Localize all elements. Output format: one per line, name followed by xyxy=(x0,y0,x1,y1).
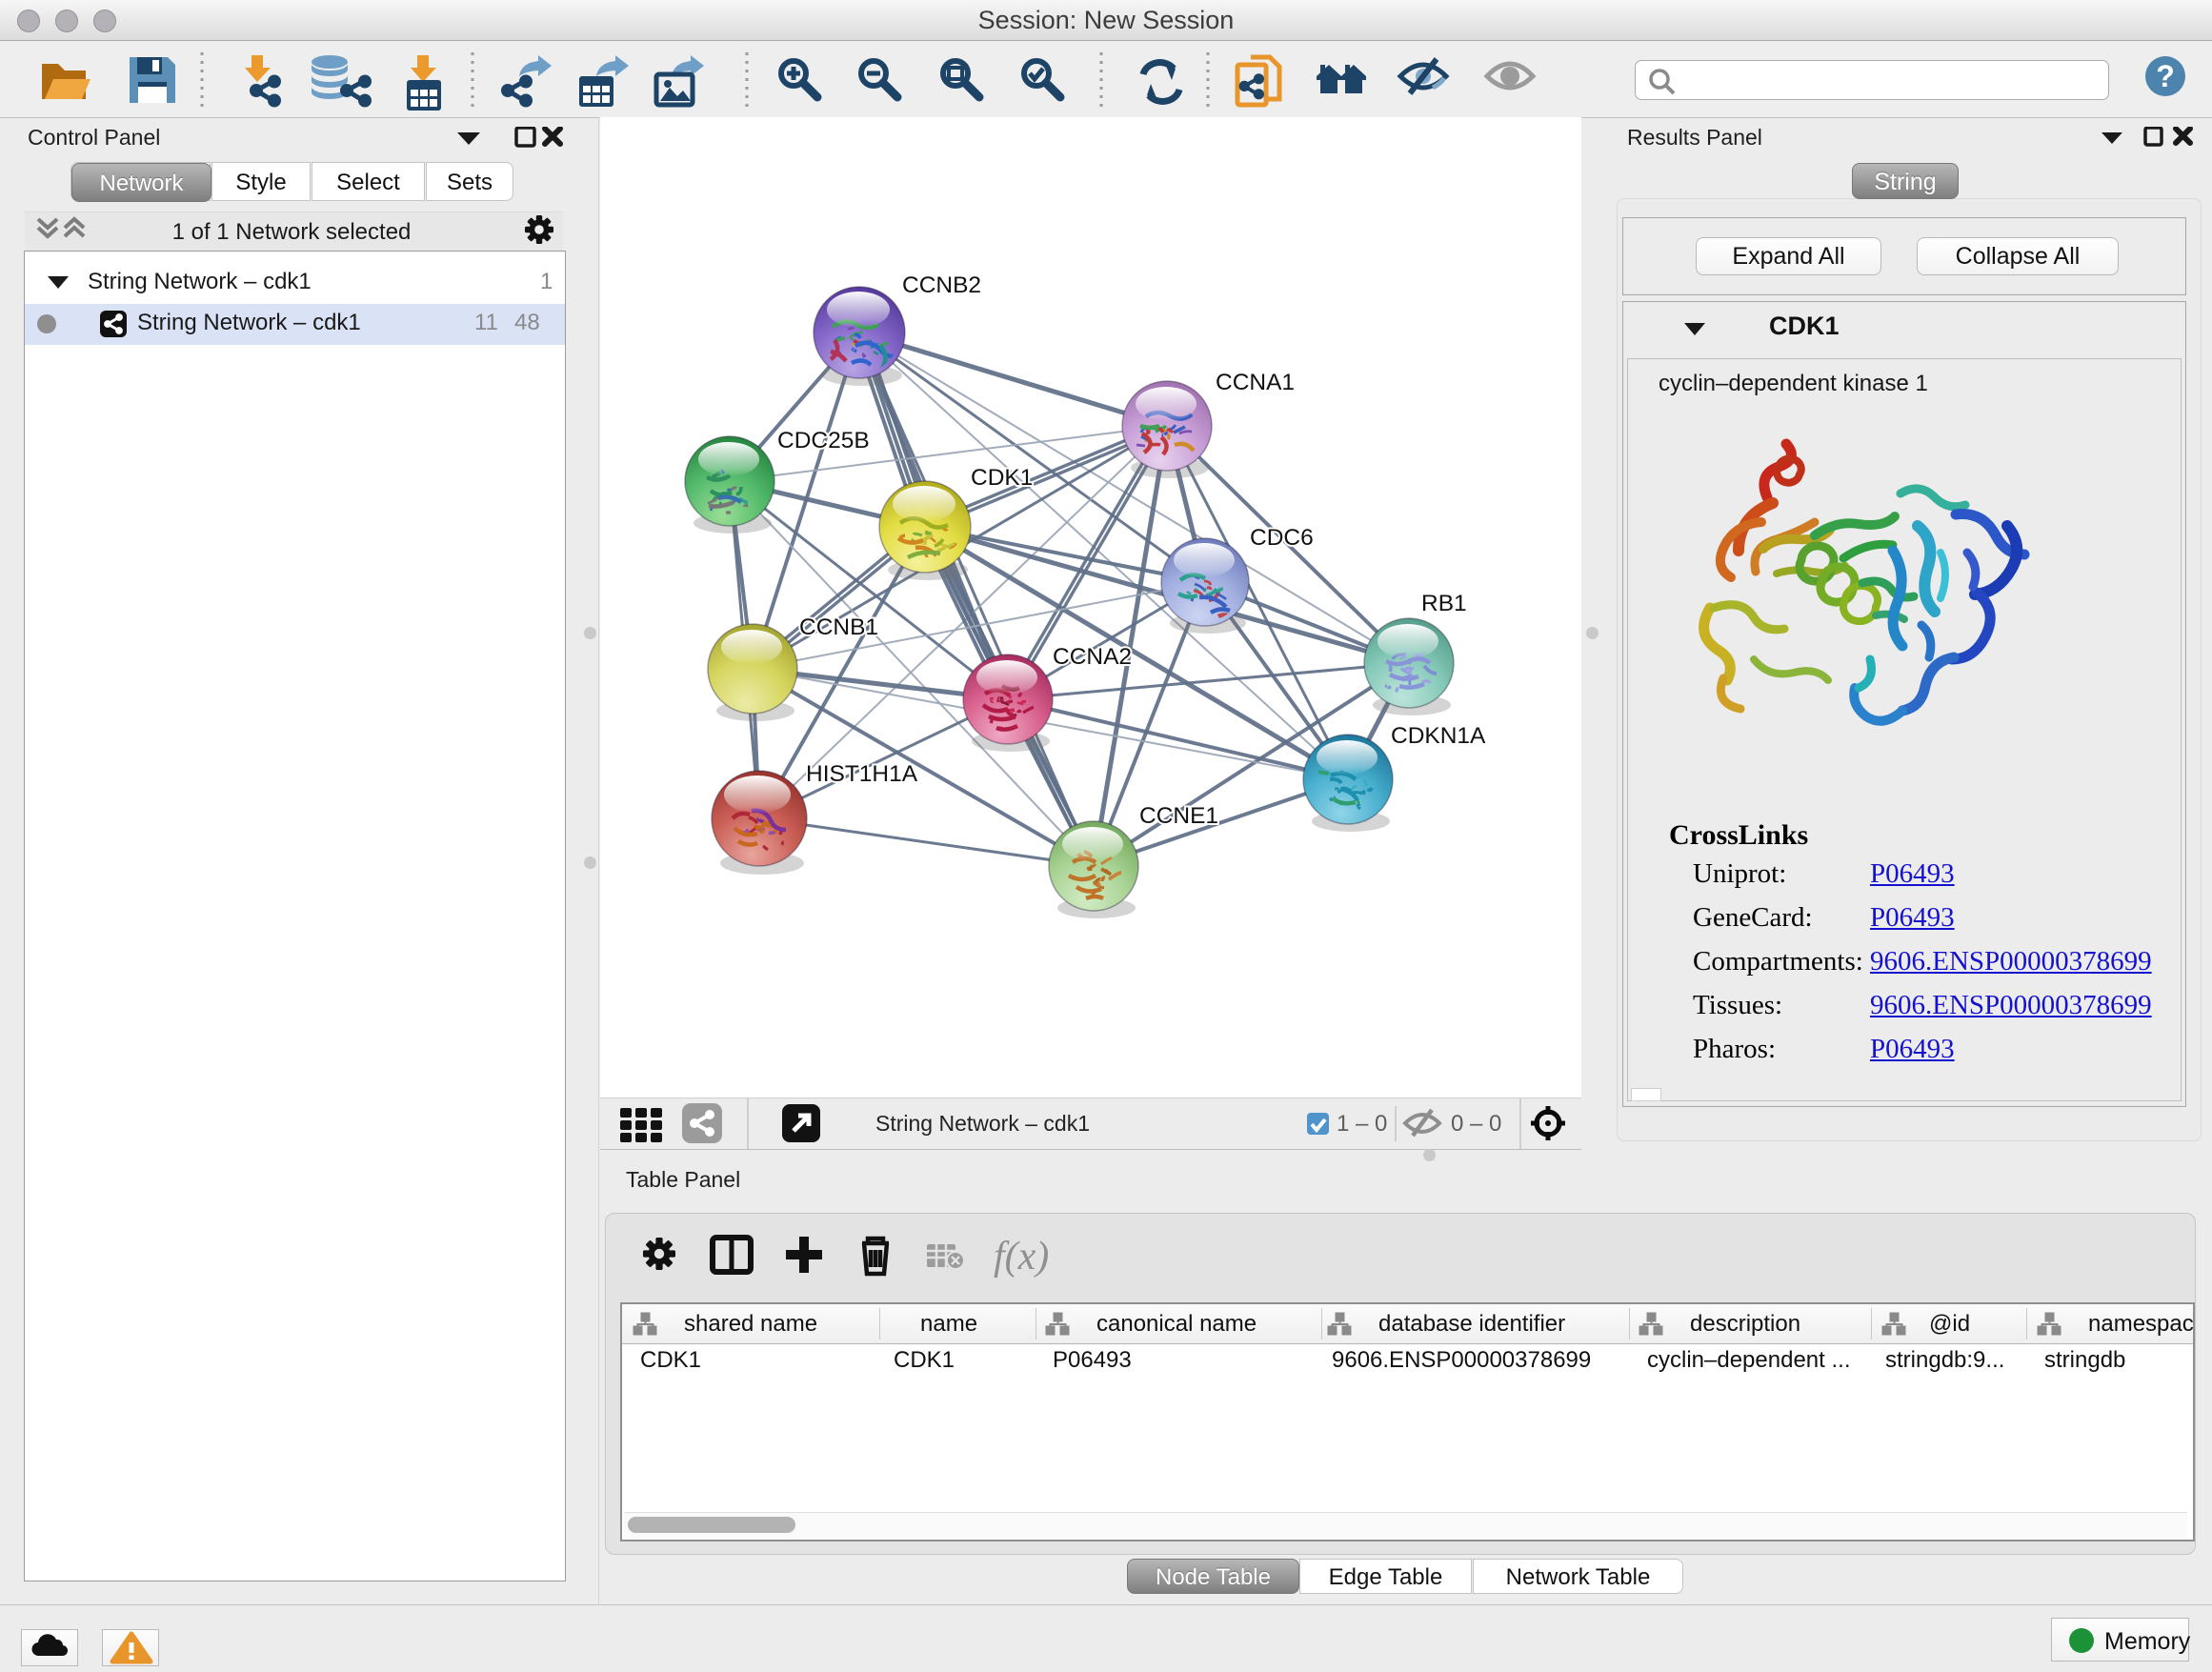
svg-text:HIST1H1A: HIST1H1A xyxy=(806,761,918,787)
svg-text:0 – 0: 0 – 0 xyxy=(1451,1111,1501,1137)
svg-text:CDKN1A: CDKN1A xyxy=(1391,723,1486,749)
svg-text:CDK1: CDK1 xyxy=(971,465,1033,491)
svg-text:1 of 1 Network selected: 1 of 1 Network selected xyxy=(172,219,412,245)
svg-text:1 – 0: 1 – 0 xyxy=(1337,1111,1387,1137)
svg-text:CCNB1: CCNB1 xyxy=(799,614,878,640)
svg-text:Memory: Memory xyxy=(2104,1628,2190,1655)
svg-text:CCNE1: CCNE1 xyxy=(1139,803,1218,829)
svg-text:RB1: RB1 xyxy=(1421,591,1467,616)
svg-text:CCNA1: CCNA1 xyxy=(1216,370,1295,395)
svg-text:CCNA2: CCNA2 xyxy=(1053,644,1132,670)
svg-text:?: ? xyxy=(2156,59,2175,93)
svg-text:CDC25B: CDC25B xyxy=(777,428,870,453)
svg-text:CCNB2: CCNB2 xyxy=(902,272,981,298)
svg-text:CDC6: CDC6 xyxy=(1250,525,1314,551)
svg-text:String Network – cdk1: String Network – cdk1 xyxy=(875,1111,1090,1136)
svg-text:f(x): f(x) xyxy=(994,1235,1049,1279)
